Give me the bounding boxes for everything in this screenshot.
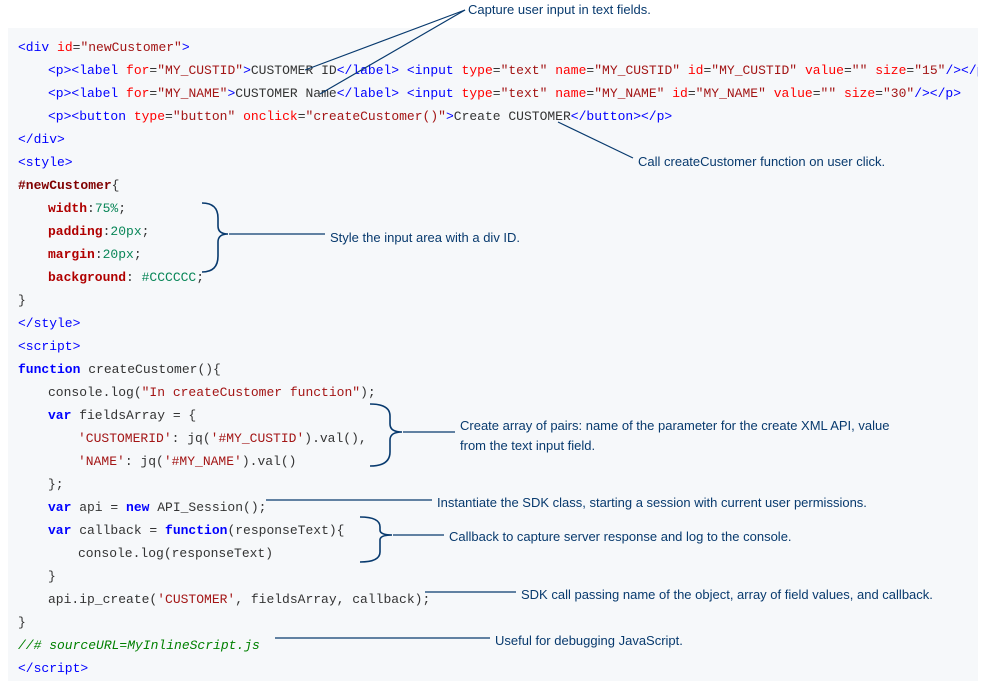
code-line: width:75%; — [18, 197, 968, 220]
code-line: background: #CCCCCC; — [18, 266, 968, 289]
code-line: <p><label for="MY_NAME">CUSTOMER Name</l… — [18, 82, 968, 105]
code-line: console.log("In createCustomer function"… — [18, 381, 968, 404]
code-line: //# sourceURL=MyInlineScript.js — [18, 634, 968, 657]
code-line: function createCustomer(){ — [18, 358, 968, 381]
annotation-array: Create array of pairs: name of the param… — [460, 416, 890, 456]
code-line: } — [18, 611, 968, 634]
code-line: </div> — [18, 128, 968, 151]
annotation-sdk: SDK call passing name of the object, arr… — [521, 585, 981, 605]
code-line: <div id="newCustomer"> — [18, 36, 968, 59]
code-line: } — [18, 289, 968, 312]
code-line: <p><button type="button" onclick="create… — [18, 105, 968, 128]
annotation-callback: Callback to capture server response and … — [449, 527, 949, 547]
annotation-style: Style the input area with a div ID. — [330, 228, 520, 248]
code-line: </script> — [18, 657, 968, 680]
code-line: <p><label for="MY_CUSTID">CUSTOMER ID</l… — [18, 59, 968, 82]
code-block: <div id="newCustomer"> <p><label for="MY… — [8, 28, 978, 681]
annotation-call: Call createCustomer function on user cli… — [638, 152, 885, 172]
annotation-top: Capture user input in text fields. — [468, 0, 651, 20]
code-line: #newCustomer{ — [18, 174, 968, 197]
annotation-session: Instantiate the SDK class, starting a se… — [437, 493, 977, 513]
annotation-debug: Useful for debugging JavaScript. — [495, 631, 683, 651]
code-line: <script> — [18, 335, 968, 358]
code-line: </style> — [18, 312, 968, 335]
